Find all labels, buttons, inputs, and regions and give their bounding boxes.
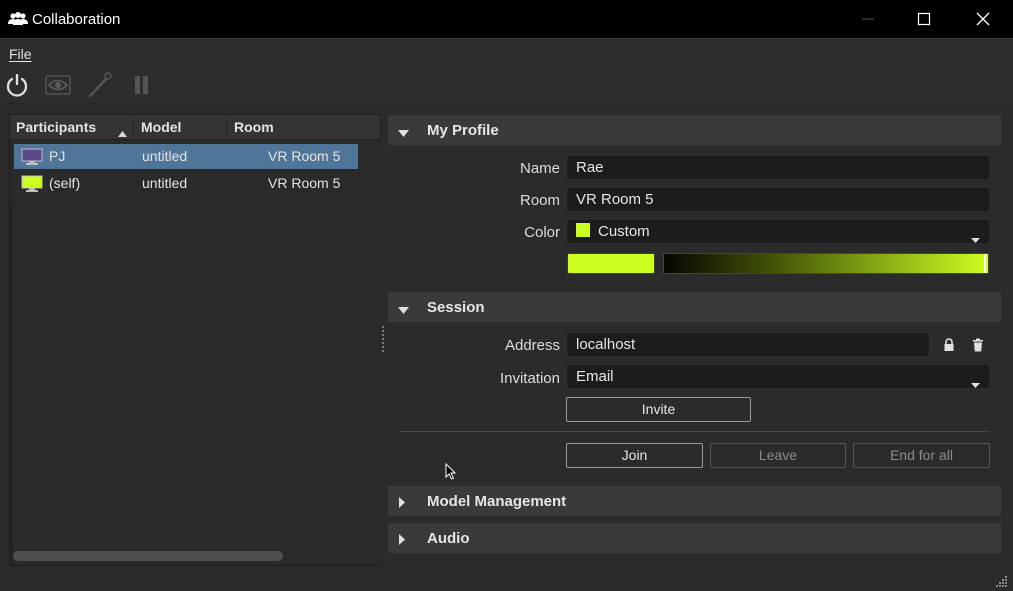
- maximize-button[interactable]: [896, 0, 954, 38]
- color-swatch: [576, 223, 590, 237]
- minimize-button[interactable]: [840, 0, 898, 38]
- menu-file[interactable]: File: [9, 46, 32, 62]
- participants-table-header: Participants Model Room: [10, 115, 380, 140]
- room-field[interactable]: VR Room 5: [566, 187, 990, 212]
- people-icon: [8, 11, 28, 27]
- column-model[interactable]: Model: [141, 119, 181, 135]
- end-for-all-button[interactable]: End for all: [853, 443, 990, 468]
- section-my-profile[interactable]: My Profile: [388, 115, 1001, 145]
- resize-grip-icon[interactable]: [994, 574, 1008, 591]
- color-label: Color: [524, 224, 560, 241]
- section-title: My Profile: [427, 122, 499, 139]
- section-title: Model Management: [427, 493, 567, 510]
- participant-name: (self): [49, 175, 81, 191]
- splitter-handle[interactable]: [382, 326, 385, 356]
- address-field[interactable]: localhost: [566, 332, 930, 357]
- section-title: Audio: [427, 530, 470, 547]
- panel-edge: [10, 205, 13, 565]
- participant-name: PJ: [49, 148, 66, 164]
- panel-divider: [380, 140, 381, 565]
- color-dropdown[interactable]: Custom: [566, 219, 990, 244]
- mouse-cursor-icon: [445, 462, 457, 485]
- column-participants[interactable]: Participants: [16, 119, 96, 135]
- slider-handle[interactable]: [984, 254, 986, 273]
- leave-button[interactable]: Leave: [710, 443, 846, 468]
- address-label: Address: [504, 337, 560, 354]
- column-separator: [226, 117, 227, 137]
- room-label: Room: [519, 192, 560, 209]
- color-brightness-slider[interactable]: [663, 253, 989, 274]
- participant-room: VR Room 5: [268, 175, 341, 191]
- participant-row[interactable]: PJ untitled VR Room 5: [14, 144, 358, 169]
- laser-pointer-icon: [86, 72, 114, 103]
- section-audio[interactable]: Audio: [388, 523, 1001, 553]
- view-button[interactable]: [44, 71, 72, 99]
- participant-room: VR Room 5: [268, 148, 341, 164]
- pointer-button[interactable]: [86, 71, 114, 99]
- close-button[interactable]: [955, 0, 1013, 38]
- toolbar: [0, 66, 1013, 104]
- menu-bar: File: [0, 38, 1013, 66]
- eye-icon: [44, 75, 72, 103]
- computer-icon: [21, 175, 43, 193]
- title-bar: Collaboration: [0, 0, 1013, 38]
- settings-panel: My Profile Name Rae Room VR Room 5 Color…: [388, 114, 1002, 566]
- column-room[interactable]: Room: [234, 119, 274, 135]
- column-separator: [133, 117, 134, 137]
- color-preview-button[interactable]: [567, 253, 655, 274]
- participant-model: untitled: [142, 148, 188, 164]
- pause-button[interactable]: [128, 71, 156, 99]
- lock-icon[interactable]: [942, 338, 956, 352]
- trash-icon[interactable]: [971, 338, 985, 352]
- section-model-management[interactable]: Model Management: [388, 486, 1001, 516]
- name-field[interactable]: Rae: [566, 155, 990, 180]
- pause-icon: [128, 76, 156, 103]
- expand-right-icon: [398, 532, 406, 550]
- expand-right-icon: [398, 495, 406, 513]
- chevron-down-icon: [971, 375, 980, 392]
- invitation-dropdown[interactable]: Email: [566, 364, 990, 389]
- section-title: Session: [427, 299, 485, 316]
- divider: [399, 431, 990, 432]
- power-button[interactable]: [3, 71, 31, 99]
- computer-icon: [21, 148, 43, 166]
- name-value: Rae: [576, 159, 604, 176]
- sort-ascending-icon: [118, 124, 127, 142]
- power-icon: [3, 73, 31, 103]
- chevron-down-icon: [971, 230, 980, 247]
- invite-button[interactable]: Invite: [566, 397, 751, 422]
- invitation-label: Invitation: [499, 370, 560, 387]
- status-bar: [0, 568, 1013, 591]
- section-session[interactable]: Session: [388, 292, 1001, 322]
- window-title: Collaboration: [32, 11, 121, 28]
- participant-row[interactable]: (self) untitled VR Room 5: [14, 171, 358, 196]
- join-button[interactable]: Join: [566, 443, 703, 468]
- expand-down-icon: [398, 302, 409, 320]
- invitation-value: Email: [576, 368, 614, 385]
- color-value: Custom: [598, 223, 650, 240]
- participant-model: untitled: [142, 175, 188, 191]
- horizontal-scrollbar[interactable]: [13, 551, 283, 561]
- room-value: VR Room 5: [576, 191, 654, 208]
- participants-panel: Participants Model Room PJ untitled VR R…: [9, 114, 381, 566]
- expand-down-icon: [398, 125, 409, 143]
- name-label: Name: [519, 160, 560, 177]
- address-value: localhost: [576, 336, 636, 353]
